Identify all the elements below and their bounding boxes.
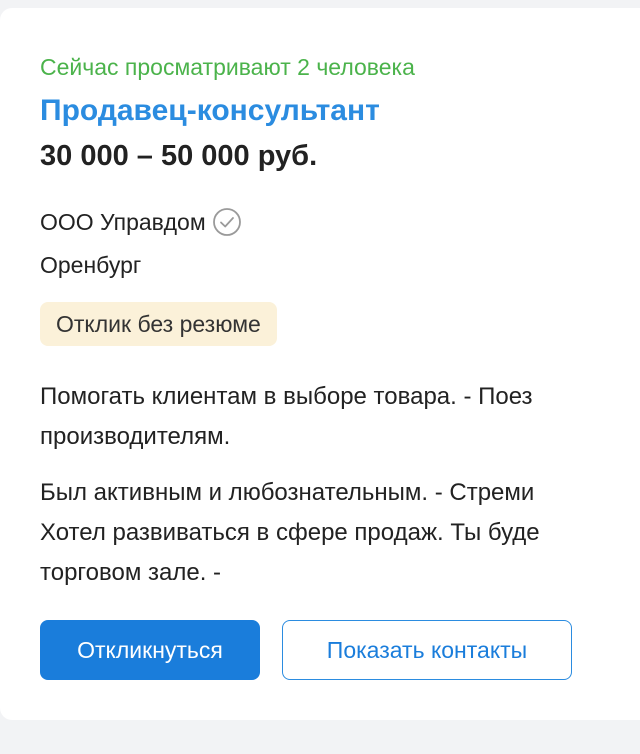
company-row[interactable]: ООО Управдом: [40, 206, 242, 238]
description-paragraph-2: Был активным и любознательным. - Стреми …: [40, 473, 640, 593]
verified-check-icon: [212, 207, 242, 237]
description-line: торговом зале. -: [40, 559, 222, 586]
vacancy-title-link[interactable]: Продавец-консультант: [40, 94, 380, 128]
show-contacts-button[interactable]: Показать контакты: [282, 620, 572, 680]
description-line: Помогать клиентам в выборе товара. - Пое…: [40, 383, 533, 410]
description-line: производителям.: [40, 423, 231, 450]
salary-range: 30 000 – 50 000 руб.: [40, 140, 318, 172]
apply-button[interactable]: Откликнуться: [40, 620, 260, 680]
description-line: Хотел развиваться в сфере продаж. Ты буд…: [40, 519, 540, 546]
company-name[interactable]: ООО Управдом: [40, 209, 206, 236]
vacancy-card[interactable]: Сейчас просматривают 2 человека Продавец…: [0, 8, 640, 720]
description-paragraph-1: Помогать клиентам в выборе товара. - Пое…: [40, 377, 640, 457]
city-text: Оренбург: [40, 252, 142, 278]
description-line: Был активным и любознательным. - Стреми: [40, 479, 535, 506]
no-resume-badge: Отклик без резюме: [40, 302, 277, 346]
viewers-count-text: Сейчас просматривают 2 человека: [40, 54, 415, 80]
